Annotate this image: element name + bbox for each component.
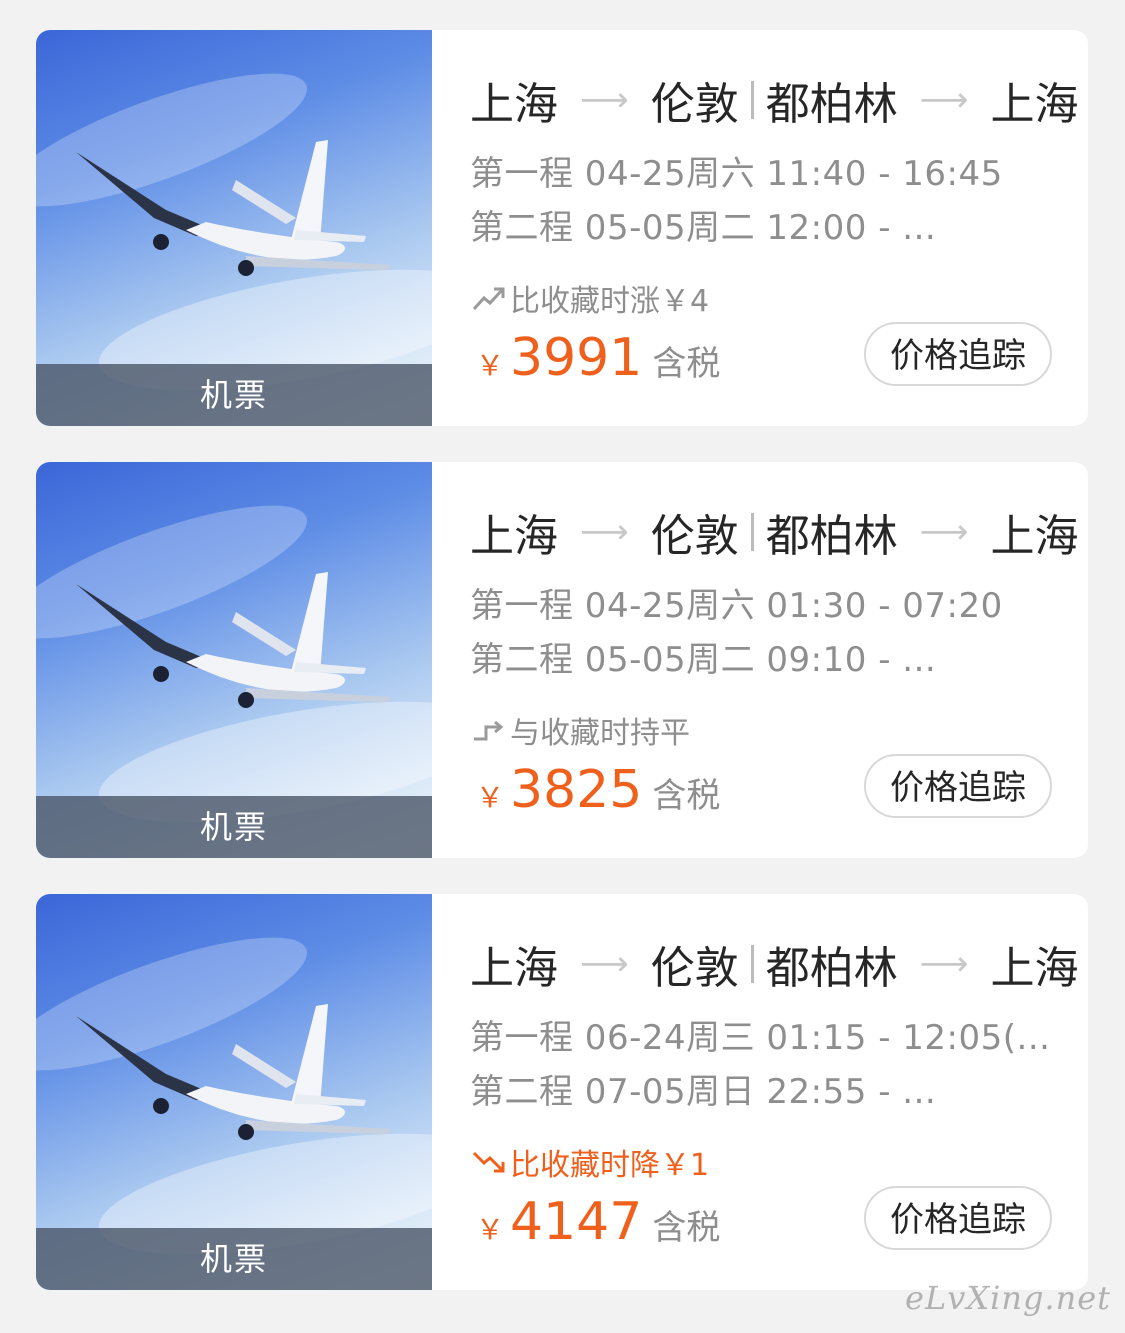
route-divider [750,513,754,551]
arrow-right-icon: ⟶ [580,512,629,552]
flight-info: 上海 ⟶ 伦敦 都柏林 ⟶ 上海 第一程 06-24周三 01:15 - 12:… [470,894,1088,1290]
flight-thumbnail: 机票 [36,894,432,1290]
route-origin: 上海 [470,943,558,994]
thumbnail-label: 机票 [36,1228,432,1290]
leg-one-schedule: 第一程 04-25周六 11:40 - 16:45 [470,154,1003,194]
trend-flat-icon [474,720,504,741]
price-track-button[interactable]: 价格追踪 [864,1186,1052,1250]
route-origin: 上海 [470,79,558,130]
route-destination: 伦敦 [650,79,739,130]
price-track-button[interactable]: 价格追踪 [864,322,1052,386]
price-trend: 比收藏时涨￥4 [470,276,709,320]
route-return-destination: 上海 [990,943,1079,994]
arrow-right-icon: ⟶ [919,512,969,552]
price-trend: 比收藏时降￥1 [470,1140,709,1184]
leg-one-schedule: 第一程 06-24周三 01:15 - 12:05(... [470,1018,1051,1058]
tax-note: 含税 [652,1208,721,1248]
route: 上海 ⟶ 伦敦 都柏林 ⟶ 上海 [470,70,1079,130]
arrow-right-icon: ⟶ [580,80,629,120]
currency-symbol: ￥ [476,781,505,814]
flight-thumbnail: 机票 [36,30,432,426]
arrow-right-icon: ⟶ [919,80,969,120]
route: 上海 ⟶ 伦敦 都柏林 ⟶ 上海 [470,502,1079,562]
arrow-right-icon: ⟶ [580,944,629,984]
trend-up-icon [472,287,505,311]
route: 上海 ⟶ 伦敦 都柏林 ⟶ 上海 [470,934,1079,994]
price-amount: 3991 [510,328,643,388]
currency-symbol: ￥ [476,349,505,382]
price-amount: 4147 [510,1192,643,1252]
leg-two-schedule: 第二程 05-05周二 12:00 - ... [470,208,937,248]
route-origin: 上海 [470,511,558,562]
leg-two-schedule: 第二程 05-05周二 09:10 - ... [470,640,937,680]
route-destination: 伦敦 [650,511,739,562]
route-return-origin: 都柏林 [765,79,898,130]
tax-note: 含税 [652,776,721,816]
thumbnail-label: 机票 [36,796,432,858]
flight-card[interactable]: 机票 上海 ⟶ 伦敦 都柏林 ⟶ 上海 第一程 04-25周六 11:40 - … [36,30,1088,426]
price: ￥ 3991 含税 [476,328,720,388]
price: ￥ 4147 含税 [476,1192,720,1252]
thumbnail-label: 机票 [36,364,432,426]
price-track-button[interactable]: 价格追踪 [864,754,1052,818]
flight-info: 上海 ⟶ 伦敦 都柏林 ⟶ 上海 第一程 04-25周六 01:30 - 07:… [470,462,1088,858]
arrow-right-icon: ⟶ [919,944,969,984]
tax-note: 含税 [652,344,721,384]
route-return-origin: 都柏林 [765,511,898,562]
price: ￥ 3825 含税 [476,760,720,820]
leg-two-schedule: 第二程 07-05周日 22:55 - ... [470,1072,937,1112]
flight-card[interactable]: 机票 上海 ⟶ 伦敦 都柏林 ⟶ 上海 第一程 04-25周六 01:30 - … [36,462,1088,858]
flight-thumbnail: 机票 [36,462,432,858]
route-divider [750,945,754,983]
flight-info: 上海 ⟶ 伦敦 都柏林 ⟶ 上海 第一程 04-25周六 11:40 - 16:… [470,30,1088,426]
trend-text: 比收藏时降￥1 [510,1148,710,1183]
route-divider [750,81,754,119]
route-return-destination: 上海 [990,511,1079,562]
route-return-origin: 都柏林 [765,943,898,994]
trend-text: 比收藏时涨￥4 [510,284,710,319]
leg-one-schedule: 第一程 04-25周六 01:30 - 07:20 [470,586,1003,626]
favorites-list: 机票 上海 ⟶ 伦敦 都柏林 ⟶ 上海 第一程 04-25周六 11:40 - … [0,0,1125,1333]
price-trend: 与收藏时持平 [470,708,690,752]
currency-symbol: ￥ [476,1213,505,1246]
watermark: eLvXing.net [905,1279,1111,1317]
route-destination: 伦敦 [650,943,739,994]
price-amount: 3825 [510,760,643,820]
trend-down-icon [472,1151,505,1173]
trend-text: 与收藏时持平 [510,716,690,751]
route-return-destination: 上海 [990,79,1079,130]
flight-card[interactable]: 机票 上海 ⟶ 伦敦 都柏林 ⟶ 上海 第一程 06-24周三 01:15 - … [36,894,1088,1290]
